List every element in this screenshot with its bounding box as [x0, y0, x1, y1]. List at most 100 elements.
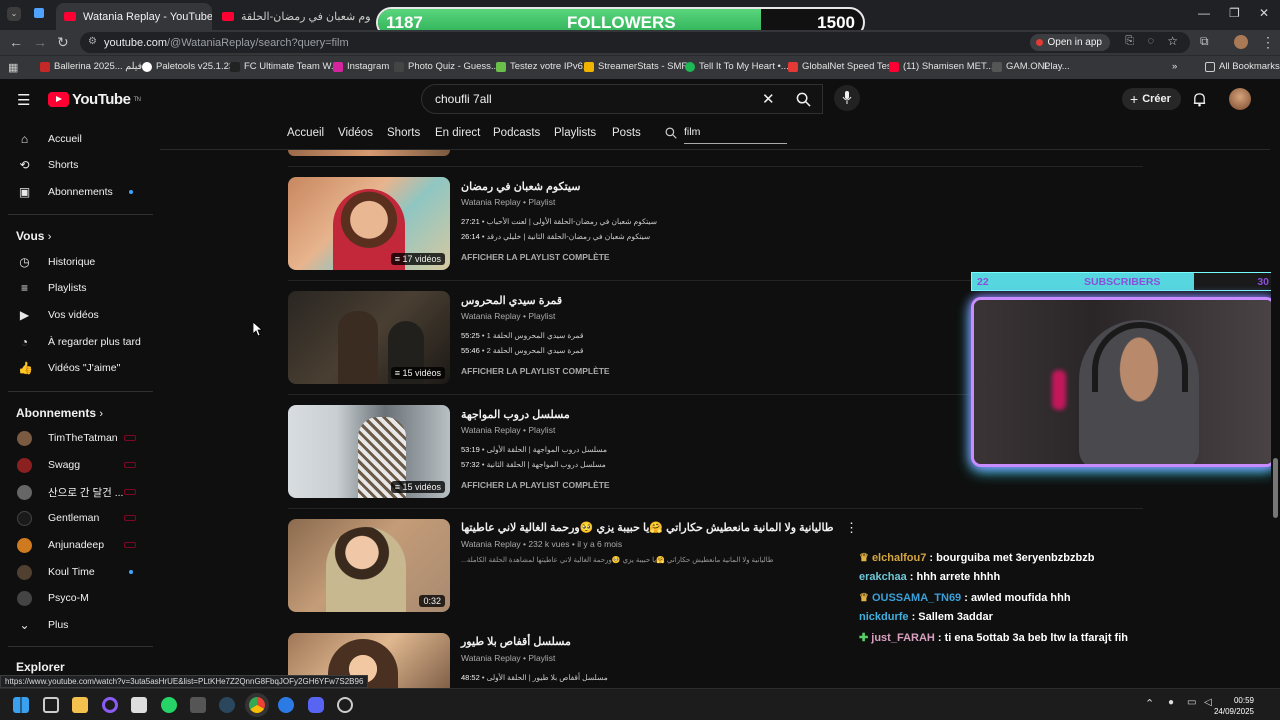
sidebar-channel-gentleman[interactable]: Gentleman — [0, 506, 160, 530]
channel-tab-videos[interactable]: Vidéos — [338, 127, 373, 139]
view-full-playlist-link[interactable]: AFFICHER LA PLAYLIST COMPLÈTE — [461, 366, 610, 376]
channel-tab-home[interactable]: Accueil — [287, 127, 324, 139]
app-icon[interactable] — [102, 697, 118, 713]
sidebar-item-liked-videos[interactable]: 👍 Vidéos "J'aime" — [0, 356, 160, 380]
bookmark-item[interactable]: GAM.ONL — [992, 61, 1050, 72]
playlist-episode[interactable]: 27:21 • سيتكوم شعبان في رمضان-الحلقة الأ… — [461, 217, 657, 226]
view-full-playlist-link[interactable]: AFFICHER LA PLAYLIST COMPLÈTE — [461, 252, 610, 262]
clear-search-icon[interactable]: ✕ — [762, 90, 775, 108]
site-info-icon[interactable]: ⚙ — [88, 36, 97, 47]
back-icon[interactable]: ← — [9, 34, 23, 50]
playlist-episode[interactable]: 26:14 • سيتكوم شعبان في رمضان-الحلقة الث… — [461, 232, 650, 241]
scrollbar-thumb[interactable] — [1273, 458, 1278, 518]
bookmark-item[interactable]: StreamerStats - SMF... — [584, 61, 694, 72]
discord-icon[interactable] — [308, 697, 324, 713]
create-button[interactable]: + Créer — [1122, 88, 1181, 110]
close-window-icon[interactable]: ✕ — [1259, 6, 1269, 20]
file-explorer-icon[interactable] — [72, 697, 88, 713]
channel-search-icon[interactable] — [665, 127, 677, 139]
sidebar-item-watch-later[interactable]: ◔ À regarder plus tard — [0, 330, 160, 354]
whatsapp-icon[interactable] — [161, 697, 177, 713]
reload-icon[interactable]: ↻ — [57, 34, 69, 51]
video-thumbnail[interactable]: 0:32 — [288, 519, 450, 612]
result-title[interactable]: مسلسل دروب المواجهة — [461, 408, 570, 421]
windows-start-icon[interactable] — [13, 697, 29, 713]
extensions-icon[interactable]: ⧉ — [1200, 34, 1209, 49]
playlist-episode[interactable]: 48:52 • مسلسل أقفاص بلا طيور | الحلقة ال… — [461, 673, 608, 682]
channel-search-input[interactable]: film — [684, 126, 787, 144]
channel-tab-podcasts[interactable]: Podcasts — [493, 127, 540, 139]
sidebar-item-your-videos[interactable]: ▶ Vos vidéos — [0, 303, 160, 327]
view-full-playlist-link[interactable]: AFFICHER LA PLAYLIST COMPLÈTE — [461, 480, 610, 490]
bookmark-item[interactable]: FC Ultimate Team W... — [230, 61, 339, 72]
search-button[interactable] — [783, 84, 823, 114]
hamburger-menu-icon[interactable]: ☰ — [17, 91, 30, 109]
bookmark-item[interactable]: Play... — [1044, 61, 1070, 72]
bookmark-item[interactable]: Photo Quiz - Guess... — [394, 61, 499, 72]
result-title[interactable]: سيتكوم شعبان في رمضان — [461, 180, 580, 193]
omnibox[interactable]: ⚙ youtube.com/@WataniaReplay/search?quer… — [80, 32, 1190, 53]
app-icon[interactable] — [278, 697, 294, 713]
pinned-tab-icon[interactable] — [34, 8, 44, 18]
sidebar-channel-anjunadeep[interactable]: Anjunadeep — [0, 533, 160, 557]
profile-avatar[interactable] — [1234, 35, 1248, 49]
sidebar-channel-timthetatman[interactable]: TimTheTatman — [0, 426, 160, 450]
sidebar-item-shorts[interactable]: ⟲ Shorts — [0, 153, 160, 177]
bookmark-item[interactable]: Ballerina 2025... فيلم — [40, 61, 142, 72]
bookmark-star-icon[interactable]: ☆ — [1167, 34, 1178, 48]
forward-icon[interactable]: → — [33, 34, 47, 50]
result-channel[interactable]: Watania Replay • Playlist — [461, 653, 555, 663]
open-in-app-button[interactable]: Open in app — [1029, 34, 1110, 51]
playlist-episode[interactable]: 55:25 • قمرة سيدي المحروس الحلقة 1 — [461, 331, 583, 340]
more-actions-icon[interactable]: ⋮ — [845, 520, 858, 536]
playlist-episode[interactable]: 55:46 • قمرة سيدي المحروس الحلقة 2 — [461, 346, 583, 355]
bookmark-item[interactable]: Tell It To My Heart •... — [685, 61, 789, 72]
youtube-logo[interactable]: YouTube TN — [48, 91, 141, 108]
playlist-episode[interactable]: 57:32 • مسلسل دروب المواجهة | الحلقة الث… — [461, 460, 606, 469]
app-icon[interactable] — [190, 697, 206, 713]
result-title[interactable]: مسلسل أقفاص بلا طيور — [461, 635, 571, 648]
result-channel[interactable]: Watania Replay • Playlist — [461, 197, 555, 207]
tray-chevron-icon[interactable]: ⌃ — [1145, 697, 1154, 710]
result-channel[interactable]: Watania Replay • 232 k vues • il y a 6 m… — [461, 539, 622, 549]
bookmark-item[interactable]: Instagram — [333, 61, 389, 72]
volume-icon[interactable]: ◁ — [1204, 697, 1212, 708]
task-view-icon[interactable] — [43, 697, 59, 713]
chrome-icon[interactable] — [249, 697, 265, 713]
sidebar-item-home[interactable]: ⌂ Accueil — [0, 127, 160, 151]
playlist-episode[interactable]: 53:19 • مسلسل دروب المواجهة | الحلقة الأ… — [461, 445, 607, 454]
sidebar-subscriptions-heading[interactable]: Abonnements › — [16, 406, 103, 420]
sidebar-item-subscriptions[interactable]: ▣ Abonnements — [0, 180, 160, 204]
playlist-thumbnail[interactable]: ≡ 15 vidéos — [288, 291, 450, 384]
tab-sitcom[interactable]: سيتكوم شعبان في رمضان-الحلقة ✕ — [214, 3, 370, 30]
channel-tab-shorts[interactable]: Shorts — [387, 127, 420, 139]
tab-search-icon[interactable]: ⌄ — [7, 7, 21, 21]
result-channel[interactable]: Watania Replay • Playlist — [461, 311, 555, 321]
previous-result-thumbnail[interactable] — [288, 150, 450, 156]
bookmark-item[interactable]: GlobalNet Speed Test — [788, 61, 894, 72]
more-bookmarks-icon[interactable]: » — [1172, 61, 1177, 72]
eye-off-icon[interactable]: ◌ — [1147, 35, 1154, 47]
tab-watania-replay[interactable]: Watania Replay - YouTube ✕ — [56, 3, 212, 30]
app-icon[interactable] — [131, 697, 147, 713]
bookmark-item[interactable]: Paletools v25.1.23 — [142, 61, 234, 72]
steam-icon[interactable] — [219, 697, 235, 713]
search-input[interactable]: choufli 7all ✕ — [421, 84, 823, 114]
page-scrollbar[interactable] — [1271, 80, 1280, 688]
minimize-icon[interactable]: — — [1198, 6, 1210, 20]
account-avatar[interactable] — [1229, 88, 1251, 110]
playlist-thumbnail[interactable]: ≡ 15 vidéos — [288, 405, 450, 498]
app-icon[interactable] — [337, 697, 353, 713]
voice-search-button[interactable] — [834, 85, 860, 111]
sidebar-you-heading[interactable]: Vous › — [16, 229, 51, 243]
sidebar-channel-korean[interactable]: 산으로 간 달건 ... — [0, 480, 160, 504]
channel-tab-live[interactable]: En direct — [435, 127, 480, 139]
all-bookmarks[interactable]: All Bookmarks — [1205, 61, 1280, 72]
sidebar-item-playlists[interactable]: ≡ Playlists — [0, 276, 160, 300]
result-title[interactable]: قمرة سيدي المحروس — [461, 294, 562, 307]
maximize-icon[interactable]: ❐ — [1229, 6, 1240, 20]
bookmark-item[interactable]: Testez votre IPv6. — [496, 61, 586, 72]
notifications-bell-icon[interactable] — [1192, 92, 1207, 107]
channel-tab-posts[interactable]: Posts — [612, 127, 641, 139]
bookmark-item[interactable]: (11) Shamisen MET... — [889, 61, 994, 72]
